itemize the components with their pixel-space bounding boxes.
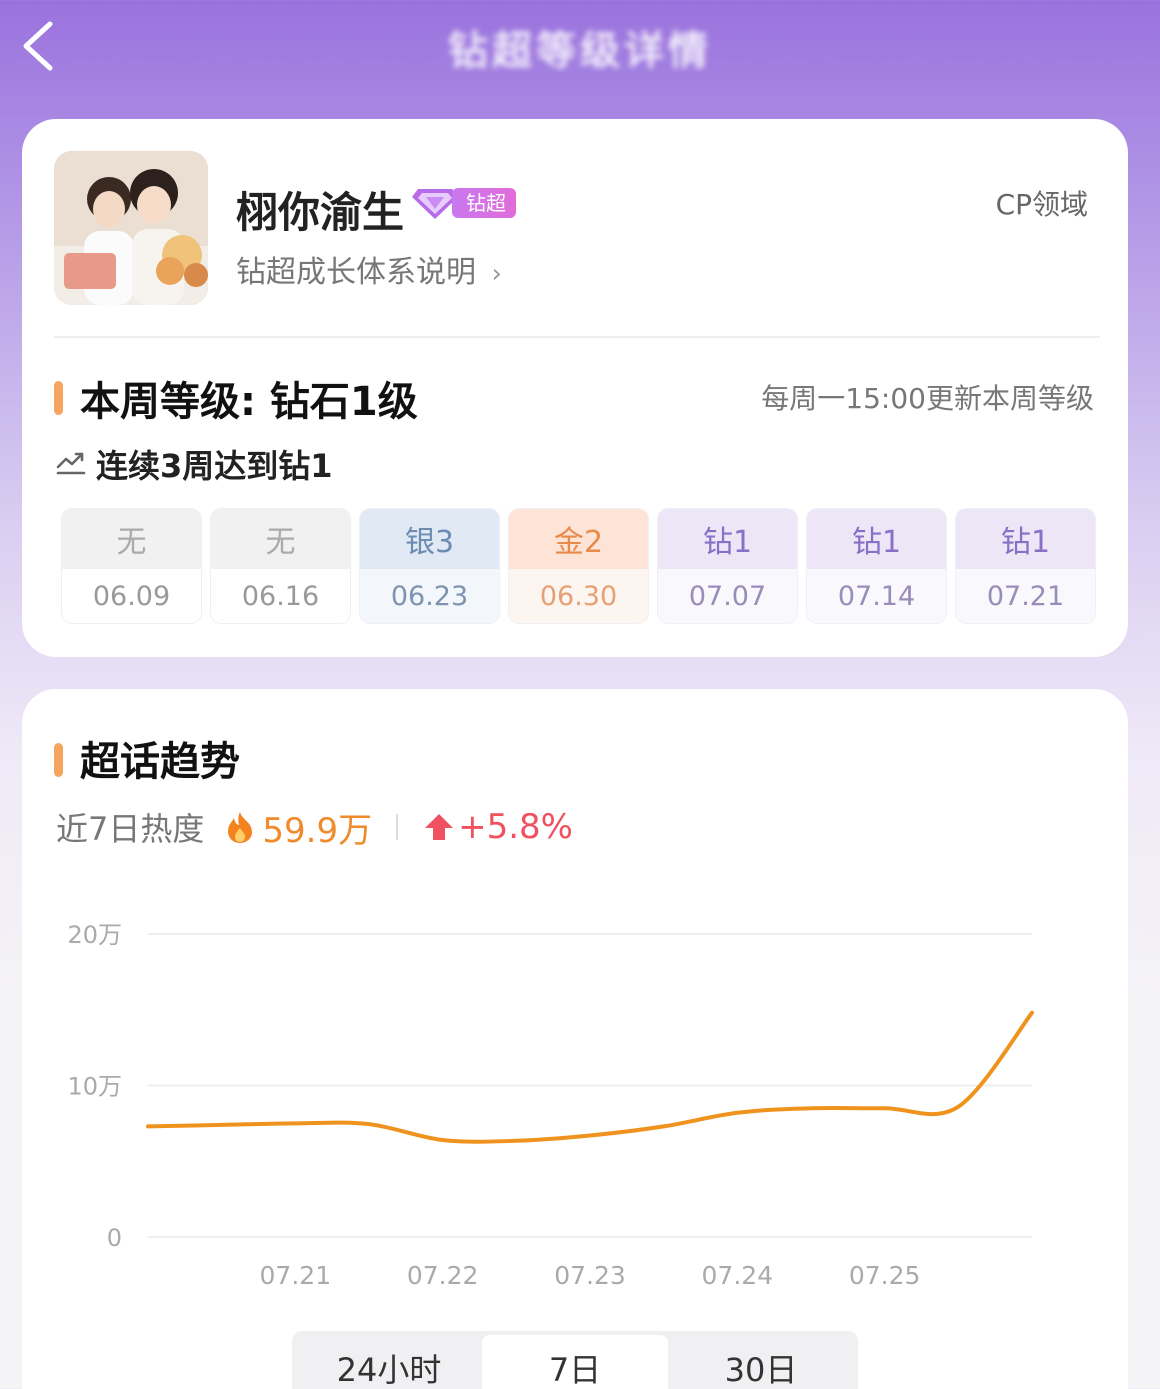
weekly-level-title: 本周等级: 钻石1级 [80, 379, 418, 425]
week-date: 06.30 [509, 569, 648, 623]
chevron-right-icon: › [491, 259, 502, 289]
growth-link-label: 钻超成长体系说明 [236, 255, 476, 290]
level-card: 栩你渝生 钻超 钻超成长体系说明 › CP领域 本周等级: 钻石1级 每周一15… [22, 119, 1128, 657]
week-cell: 无 06.16 [211, 509, 350, 623]
week-level: 金2 [509, 509, 648, 569]
section-marker [54, 381, 63, 415]
diamond-badge: 钻超 [412, 185, 516, 221]
x-tick-label: 07.25 [849, 1261, 921, 1290]
growth-system-link[interactable]: 钻超成长体系说明 › [236, 247, 502, 291]
week-date: 07.21 [956, 569, 1095, 623]
avatar[interactable] [54, 151, 208, 305]
week-date: 07.14 [807, 569, 946, 623]
week-level: 银3 [360, 509, 499, 569]
x-tick-label: 07.21 [260, 1261, 332, 1290]
week-level: 钻1 [956, 509, 1095, 569]
tab-7d[interactable]: 7日 [482, 1335, 668, 1389]
week-level: 钻1 [807, 509, 946, 569]
week-cell: 金2 06.30 [509, 509, 648, 623]
week-cell: 银3 06.23 [360, 509, 499, 623]
update-note: 每周一15:00更新本周等级 [761, 382, 1094, 415]
x-tick-label: 07.24 [702, 1261, 774, 1290]
streak-text: 连续3周达到钻1 [96, 447, 333, 485]
x-tick-label: 07.22 [407, 1261, 479, 1290]
domain-tag: CP领域 [995, 188, 1088, 221]
week-cell: 钻1 07.21 [956, 509, 1095, 623]
y-tick-label: 10万 [67, 1073, 122, 1101]
week-date: 06.09 [92, 580, 171, 612]
week-cell: 钻1 07.14 [807, 509, 946, 623]
divider [54, 336, 1100, 338]
chevron-left-icon [23, 21, 53, 71]
tab-24h[interactable]: 24小时 [296, 1335, 482, 1389]
trend-card: 超话趋势 近7日热度 59.9万 +5.8% 20万 10万 0 07.21 07.22… [22, 689, 1128, 1389]
top-bar: 钻超等级详情 [0, 0, 1160, 100]
profile-name: 栩你渝生 [236, 188, 405, 237]
week-cell: 钻1 07.07 [658, 509, 797, 623]
week-level: 无 [211, 509, 350, 569]
week-level: 无 [62, 509, 201, 569]
trend-up-icon [56, 452, 86, 475]
tab-30d[interactable]: 30日 [668, 1335, 854, 1389]
page-title: 钻超等级详情 [448, 28, 712, 74]
y-tick-label: 20万 [67, 921, 122, 949]
y-tick-label: 0 [107, 1224, 122, 1252]
week-date: 06.16 [241, 580, 320, 612]
x-tick-label: 07.23 [554, 1261, 626, 1290]
week-cell: 无 06.09 [62, 509, 201, 623]
back-button[interactable] [18, 18, 68, 74]
weekly-level-history: 无 06.09 无 06.16 银3 06.23 金2 06.30 钻1 07.… [62, 509, 1095, 623]
week-date: 06.23 [360, 569, 499, 623]
range-tabs: 24小时 7日 30日 [292, 1331, 858, 1389]
series-line [146, 1010, 1034, 1144]
week-level: 钻1 [658, 509, 797, 569]
badge-label: 钻超 [452, 188, 516, 218]
trend-chart: 20万 10万 0 07.21 07.22 07.23 07.24 07.25 [67, 921, 1034, 1290]
week-date: 07.07 [658, 569, 797, 623]
